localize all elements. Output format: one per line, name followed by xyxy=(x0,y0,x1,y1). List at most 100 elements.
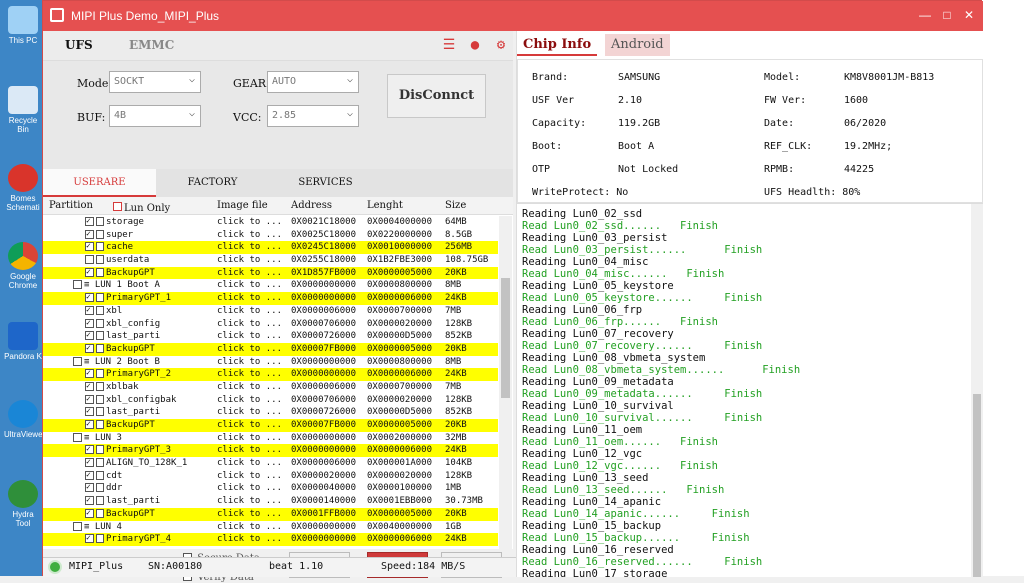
table-row[interactable]: storage click to ... 0X0021C18000 0X0004000… xyxy=(43,215,498,229)
checkbox-icon[interactable] xyxy=(85,367,94,380)
tab-android[interactable]: Android xyxy=(605,34,670,56)
image-cell[interactable]: click to ... xyxy=(217,495,282,508)
image-cell[interactable]: click to ... xyxy=(217,419,282,432)
mode-select[interactable]: SOCKT ⌵ xyxy=(109,71,201,93)
checkbox-icon[interactable] xyxy=(85,240,94,253)
checkbox-icon[interactable] xyxy=(85,380,94,393)
menu-icon[interactable]: ☰ xyxy=(441,37,457,53)
table-row[interactable]: ≡ LUN 2 Boot B click to ... 0X0000000000 0X… xyxy=(43,356,498,369)
table-row[interactable]: super click to ... 0X0025C18000 0X022000000… xyxy=(43,228,498,242)
tab-userare[interactable]: USERARE xyxy=(43,169,156,197)
checkbox-icon[interactable] xyxy=(85,469,94,481)
close-button[interactable]: ✕ xyxy=(959,8,979,22)
table-row[interactable]: last_parti click to ... 0X0000726000 0X0000… xyxy=(43,405,498,419)
image-cell[interactable]: click to ... xyxy=(217,533,282,546)
checkbox-icon[interactable] xyxy=(85,304,94,317)
table-row[interactable]: xbl_configbak click to ... 0X0000706000 0X0… xyxy=(43,393,498,407)
table-row[interactable]: ≡ LUN 3 click to ... 0X0000000000 0X0002000… xyxy=(43,432,498,445)
expand-toggle-icon[interactable] xyxy=(73,280,82,290)
checkbox-icon[interactable] xyxy=(85,443,94,456)
expand-toggle-icon[interactable] xyxy=(73,521,82,531)
gear-select[interactable]: AUTO ⌵ xyxy=(267,71,359,93)
checkbox-icon[interactable] xyxy=(85,405,94,418)
desktop-icon-pandora[interactable]: Pandora K xyxy=(4,322,42,361)
image-cell[interactable]: click to ... xyxy=(217,292,282,305)
image-cell[interactable]: click to ... xyxy=(217,267,282,280)
checkbox-icon[interactable] xyxy=(85,494,94,507)
tab-ufs[interactable]: UFS xyxy=(65,38,93,52)
disconnect-button[interactable]: DisConnct xyxy=(387,74,486,118)
table-row[interactable]: PrimaryGPT_1 click to ... 0X0000000000 0X00… xyxy=(43,291,498,305)
scroll-thumb[interactable] xyxy=(501,278,510,398)
desktop-icon-bomes[interactable]: Bomes Schemati xyxy=(4,164,42,212)
table-row[interactable]: BackupGPT click to ... 0X00007FB000 0X00000… xyxy=(43,342,498,356)
desktop-icon-hydra[interactable]: Hydra Tool xyxy=(4,480,42,528)
maximize-button[interactable]: □ xyxy=(937,8,957,22)
expand-toggle-icon[interactable] xyxy=(73,356,82,366)
checkbox-icon[interactable] xyxy=(85,507,94,520)
checkbox-icon[interactable] xyxy=(85,418,94,431)
table-row[interactable]: ALIGN_TO_128K_1 click to ... 0X0000006000 0… xyxy=(43,456,498,470)
scroll-thumb[interactable] xyxy=(973,394,981,577)
image-cell[interactable]: click to ... xyxy=(217,482,282,495)
checkbox-icon[interactable] xyxy=(85,291,94,304)
tab-emmc[interactable]: EMMC xyxy=(129,38,174,52)
checkbox-icon[interactable] xyxy=(85,255,94,265)
image-cell[interactable]: click to ... xyxy=(217,457,282,470)
checkbox-icon[interactable] xyxy=(85,456,94,469)
image-cell[interactable]: click to ... xyxy=(217,254,282,267)
image-cell[interactable]: click to ... xyxy=(217,368,282,381)
image-cell[interactable]: click to ... xyxy=(217,318,282,331)
tab-factory[interactable]: FACTORY xyxy=(156,169,269,197)
image-cell[interactable]: click to ... xyxy=(217,330,282,343)
checkbox-icon[interactable] xyxy=(85,342,94,355)
image-cell[interactable]: click to ... xyxy=(217,343,282,356)
vcc-select[interactable]: 2.85 ⌵ xyxy=(267,105,359,127)
tab-chip-info[interactable]: Chip Info xyxy=(517,34,598,56)
table-row[interactable]: last_parti click to ... 0X0000140000 0X0001… xyxy=(43,494,498,508)
image-cell[interactable]: click to ... xyxy=(217,406,282,419)
image-cell[interactable]: click to ... xyxy=(217,432,282,445)
desktop-icon-recycle-bin[interactable]: Recycle Bin xyxy=(4,86,42,134)
table-row[interactable]: last_parti click to ... 0X0000726000 0X0000… xyxy=(43,329,498,343)
expand-toggle-icon[interactable] xyxy=(73,432,82,442)
lun-only-checkbox[interactable]: Lun Only xyxy=(113,200,170,214)
log-scrollbar[interactable] xyxy=(971,204,983,577)
table-row[interactable]: PrimaryGPT_2 click to ... 0X0000000000 0X00… xyxy=(43,367,498,381)
minimize-button[interactable]: — xyxy=(915,8,935,22)
user-icon[interactable]: ● xyxy=(467,37,483,53)
table-row[interactable]: PrimaryGPT_4 click to ... 0X0000000000 0X00… xyxy=(43,532,498,546)
table-row[interactable]: BackupGPT click to ... 0X0001FFB000 0X00000… xyxy=(43,507,498,521)
desktop-icon-chrome[interactable]: Google Chrome xyxy=(4,242,42,290)
desktop-icon-this-pc[interactable]: This PC xyxy=(4,6,42,45)
image-cell[interactable]: click to ... xyxy=(217,229,282,242)
table-row[interactable]: ≡ LUN 4 click to ... 0X0000000000 0X0040000… xyxy=(43,521,498,534)
table-row[interactable]: ≡ LUN 1 Boot A click to ... 0X0000000000 0X… xyxy=(43,279,498,292)
image-cell[interactable]: click to ... xyxy=(217,508,282,521)
image-cell[interactable]: click to ... xyxy=(217,444,282,457)
image-cell[interactable]: click to ... xyxy=(217,470,282,483)
tab-services[interactable]: SERVICES xyxy=(269,169,382,197)
checkbox-icon[interactable] xyxy=(85,532,94,545)
table-row[interactable]: xbl_config click to ... 0X0000706000 0X0000… xyxy=(43,317,498,331)
image-cell[interactable]: click to ... xyxy=(217,521,282,534)
checkbox-icon[interactable] xyxy=(85,393,94,405)
image-cell[interactable]: click to ... xyxy=(217,216,282,229)
table-row[interactable]: BackupGPT click to ... 0X00007FB000 0X00000… xyxy=(43,418,498,432)
table-row[interactable]: userdata click to ... 0X0255C18000 0X1B2FBE… xyxy=(43,254,498,267)
image-cell[interactable]: click to ... xyxy=(217,356,282,369)
image-cell[interactable]: click to ... xyxy=(217,279,282,292)
table-row[interactable]: xblbak click to ... 0X0000006000 0X00007000… xyxy=(43,380,498,394)
table-row[interactable]: PrimaryGPT_3 click to ... 0X0000000000 0X00… xyxy=(43,443,498,458)
tree-scrollbar[interactable] xyxy=(499,216,512,549)
checkbox-icon[interactable] xyxy=(85,228,94,240)
image-cell[interactable]: click to ... xyxy=(217,305,282,318)
checkbox-icon[interactable] xyxy=(85,329,94,342)
table-row[interactable]: cache click to ... 0X0245C18000 0X001000000… xyxy=(43,240,498,255)
checkbox-icon[interactable] xyxy=(85,317,94,329)
image-cell[interactable]: click to ... xyxy=(217,241,282,254)
buf-select[interactable]: 4B ⌵ xyxy=(109,105,201,127)
gear-icon[interactable]: ⚙ xyxy=(493,37,509,53)
table-row[interactable]: xbl click to ... 0X0000006000 0X0000700000 7… xyxy=(43,304,498,318)
image-cell[interactable]: click to ... xyxy=(217,394,282,407)
